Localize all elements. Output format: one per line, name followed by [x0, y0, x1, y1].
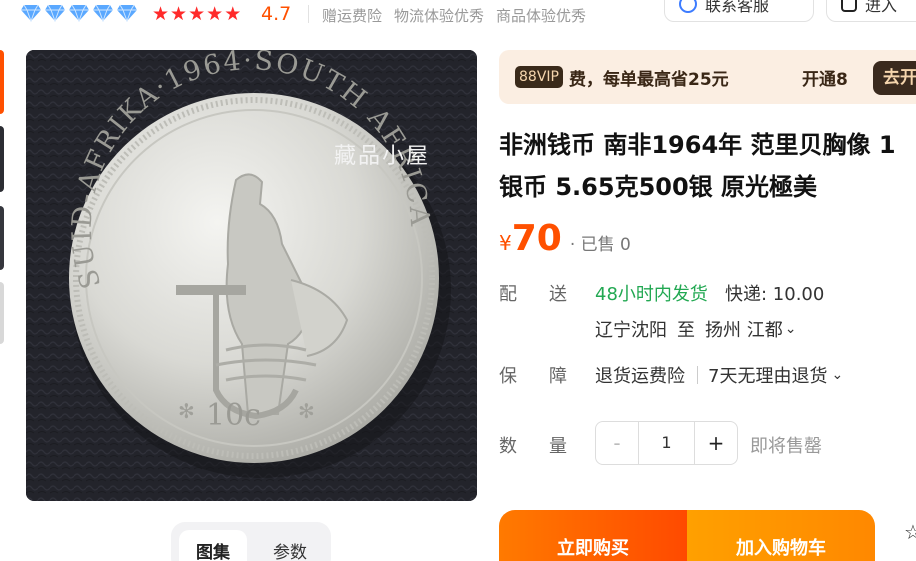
shipping-label: 配送	[499, 284, 599, 305]
enter-shop-label: 进入	[865, 0, 898, 15]
ship-to-word: 至	[677, 320, 695, 341]
thumbnail[interactable]	[0, 126, 4, 192]
purchase-actions: 立即购买 加入购物车	[499, 510, 875, 561]
shipping-promise: 48小时内发货	[595, 284, 708, 305]
shop-tag: 赠运费险	[322, 7, 383, 25]
quantity-decrease-button[interactable]: -	[596, 422, 638, 464]
guarantee-list[interactable]: 退货运费险 7天无理由退货 ⌄	[595, 362, 843, 388]
product-page: ★ ★ ★ ★ ★ 4.7 赠运费险 物流体验优秀 商品体验优秀 联系客服 进入	[0, 0, 916, 561]
coin-photo: SUID-AFRIKA·1964·SOUTH AFRICA 10c ✻ ✻	[26, 50, 477, 501]
shop-star-rating: ★ ★ ★ ★ ★	[152, 4, 241, 24]
enter-shop-button[interactable]: 进入	[826, 0, 916, 22]
quantity-increase-button[interactable]: +	[695, 422, 737, 464]
thumbnail[interactable]	[0, 282, 4, 344]
favorite-star-icon[interactable]: ☆	[904, 520, 916, 544]
quantity-stepper: - 1 +	[595, 421, 738, 465]
divider	[697, 366, 698, 384]
stock-note: 即将售罄	[750, 436, 822, 457]
image-tab-bar: 图集 参数	[171, 522, 331, 561]
vip-go-button[interactable]: 去开	[873, 61, 916, 95]
svg-text:✻: ✻	[298, 399, 315, 423]
svg-text:✻: ✻	[178, 399, 195, 423]
diamond-icon	[93, 4, 113, 22]
product-title-line: 非洲钱币 南非1964年 范里贝胸像 1	[499, 131, 896, 159]
star-icon: ★	[152, 3, 170, 25]
guarantee-item: 7天无理由退货	[708, 366, 828, 387]
star-icon: ★	[188, 3, 206, 25]
buy-now-button[interactable]: 立即购买	[499, 510, 687, 561]
diamond-icon	[45, 4, 65, 22]
tab-gallery[interactable]: 图集	[179, 530, 247, 561]
vip-open-text: 开通8	[802, 70, 848, 90]
vip-promo-text: 费，每单最高省25元	[569, 70, 729, 90]
vip-badge: 88VIP	[515, 66, 563, 88]
star-icon: ★	[224, 3, 242, 25]
vip-promo-banner[interactable]: 88VIP 费，每单最高省25元 开通8 去开	[499, 50, 916, 104]
diamond-icon	[69, 4, 89, 22]
product-title-line: 银币 5.65克500银 原光極美	[499, 173, 818, 201]
star-icon: ★	[170, 3, 188, 25]
shop-diamond-rating	[20, 4, 138, 22]
sold-count: · 已售 0	[569, 235, 631, 255]
thumbnail-selected[interactable]	[0, 50, 4, 114]
thumbnail[interactable]	[0, 206, 4, 270]
divider	[308, 5, 309, 23]
shop-info-bar: ★ ★ ★ ★ ★ 4.7 赠运费险 物流体验优秀 商品体验优秀 联系客服 进入	[0, 0, 916, 30]
shop-rating-score: 4.7	[261, 3, 292, 25]
ship-from: 辽宁沈阳	[595, 320, 667, 341]
shop-bag-icon	[841, 0, 857, 12]
chevron-down-icon: ⌄	[784, 321, 797, 337]
quantity-input[interactable]: 1	[638, 422, 695, 464]
add-to-cart-button[interactable]: 加入购物车	[687, 510, 875, 561]
chevron-down-icon: ⌄	[831, 367, 844, 383]
coin-value: 10c	[206, 398, 261, 433]
image-watermark: 藏品小屋	[334, 144, 431, 169]
star-icon: ★	[206, 3, 224, 25]
product-title: 非洲钱币 南非1964年 范里贝胸像 1 银币 5.65克500银 原光極美	[499, 124, 916, 208]
ship-destination: 扬州 江都	[705, 320, 783, 341]
shipping-route[interactable]: 辽宁沈阳 至 扬州 江都 ⌄	[595, 316, 796, 342]
quantity-label: 数量	[499, 436, 599, 457]
price-value: 70	[511, 218, 562, 259]
guarantee-label: 保障	[499, 366, 599, 387]
shipping-fee: 快递: 10.00	[725, 284, 825, 305]
price-currency: ¥	[499, 231, 512, 255]
shop-tags: 赠运费险 物流体验优秀 商品体验优秀	[322, 5, 586, 26]
contact-service-button[interactable]: 联系客服	[664, 0, 814, 22]
service-icon	[679, 0, 697, 13]
diamond-icon	[117, 4, 137, 22]
shop-tag: 商品体验优秀	[496, 7, 587, 25]
shop-tag: 物流体验优秀	[394, 7, 485, 25]
price-row: ¥ 70 · 已售 0	[499, 218, 631, 259]
diamond-icon	[21, 4, 41, 22]
main-product-image[interactable]: SUID-AFRIKA·1964·SOUTH AFRICA 10c ✻ ✻ 藏品…	[26, 50, 477, 501]
contact-service-label: 联系客服	[705, 0, 770, 15]
guarantee-item: 退货运费险	[595, 366, 685, 387]
tab-params[interactable]: 参数	[257, 530, 323, 561]
